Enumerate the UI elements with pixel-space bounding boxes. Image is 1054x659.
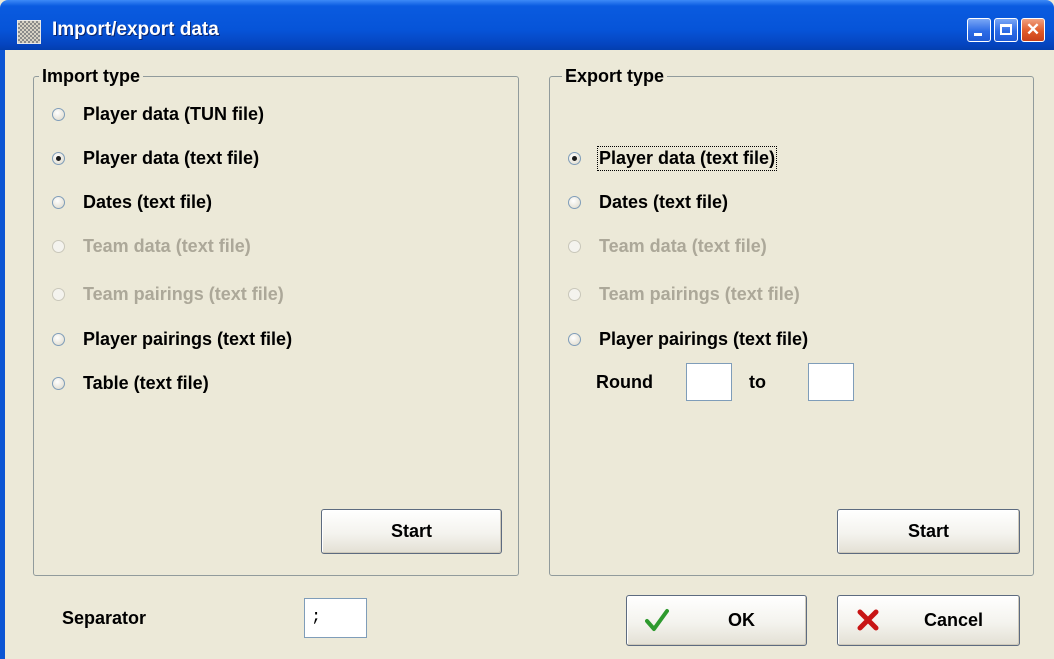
option-label: Player pairings (text file) xyxy=(599,328,809,349)
round-to-label: to xyxy=(749,372,766,392)
radio-icon xyxy=(52,376,65,390)
option-label: Table (text file) xyxy=(83,372,209,393)
close-icon: ✕ xyxy=(1025,20,1041,39)
option-label: Team data (text file) xyxy=(83,235,251,256)
radio-icon xyxy=(568,151,581,165)
round-to-input[interactable] xyxy=(808,363,854,401)
import-start-button[interactable]: Start xyxy=(321,509,502,554)
import-option-player-pairings[interactable]: Player pairings (text file) xyxy=(52,326,292,352)
radio-icon xyxy=(568,332,581,346)
option-label: Player data (text file) xyxy=(596,145,778,171)
separator-value: ; xyxy=(311,608,322,627)
radio-icon xyxy=(52,287,65,301)
ok-label: OK xyxy=(728,610,755,630)
radio-icon xyxy=(52,107,65,121)
radio-icon xyxy=(52,151,65,165)
option-label: Player pairings (text file) xyxy=(83,328,293,349)
export-type-legend: Export type xyxy=(562,65,668,87)
import-option-table[interactable]: Table (text file) xyxy=(52,370,209,396)
export-option-player-text[interactable]: Player data (text file) xyxy=(568,145,778,171)
maximize-button[interactable] xyxy=(994,18,1018,42)
minimize-button[interactable] xyxy=(967,18,991,42)
window-frame-left xyxy=(0,50,5,659)
export-option-player-pairings[interactable]: Player pairings (text file) xyxy=(568,326,808,352)
radio-icon xyxy=(52,195,65,209)
export-start-button[interactable]: Start xyxy=(837,509,1020,554)
option-label: Player data (TUN file) xyxy=(83,103,265,124)
import-option-dates[interactable]: Dates (text file) xyxy=(52,189,212,215)
import-option-team-data[interactable]: Team data (text file) xyxy=(52,233,251,259)
export-option-team-data[interactable]: Team data (text file) xyxy=(568,233,767,259)
title-bar[interactable]: Import/export data ✕ xyxy=(0,0,1054,50)
maximize-icon xyxy=(1000,24,1012,35)
import-option-player-text[interactable]: Player data (text file) xyxy=(52,145,259,171)
separator-label: Separator xyxy=(62,608,147,628)
option-label: Player data (text file) xyxy=(83,147,260,168)
radio-icon xyxy=(52,332,65,346)
option-label: Dates (text file) xyxy=(83,191,213,212)
import-type-legend: Import type xyxy=(39,65,144,87)
checkmark-icon xyxy=(645,609,669,631)
export-option-dates[interactable]: Dates (text file) xyxy=(568,189,728,215)
round-label: Round xyxy=(596,372,653,392)
app-icon xyxy=(17,20,41,44)
radio-icon xyxy=(568,195,581,209)
separator-input[interactable]: ; xyxy=(304,598,367,638)
option-label: Dates (text file) xyxy=(599,191,729,212)
cancel-label: Cancel xyxy=(923,610,984,630)
option-label: Team pairings (text file) xyxy=(599,283,800,304)
minimize-icon xyxy=(974,33,982,36)
cancel-x-icon xyxy=(857,609,879,631)
import-option-player-tun[interactable]: Player data (TUN file) xyxy=(52,101,264,127)
option-label: Team pairings (text file) xyxy=(83,283,284,304)
close-button[interactable]: ✕ xyxy=(1021,18,1045,42)
option-label: Team data (text file) xyxy=(599,235,767,256)
radio-icon xyxy=(52,239,65,253)
export-option-team-pairings[interactable]: Team pairings (text file) xyxy=(568,281,800,307)
cancel-button[interactable]: Cancel xyxy=(837,595,1020,646)
window-title: Import/export data xyxy=(52,19,219,40)
import-option-team-pairings[interactable]: Team pairings (text file) xyxy=(52,281,284,307)
import-export-dialog: Import/export data ✕ Import type Player … xyxy=(0,0,1054,659)
ok-button[interactable]: OK xyxy=(626,595,807,646)
radio-icon xyxy=(568,239,581,253)
radio-icon xyxy=(568,287,581,301)
round-from-input[interactable] xyxy=(686,363,732,401)
